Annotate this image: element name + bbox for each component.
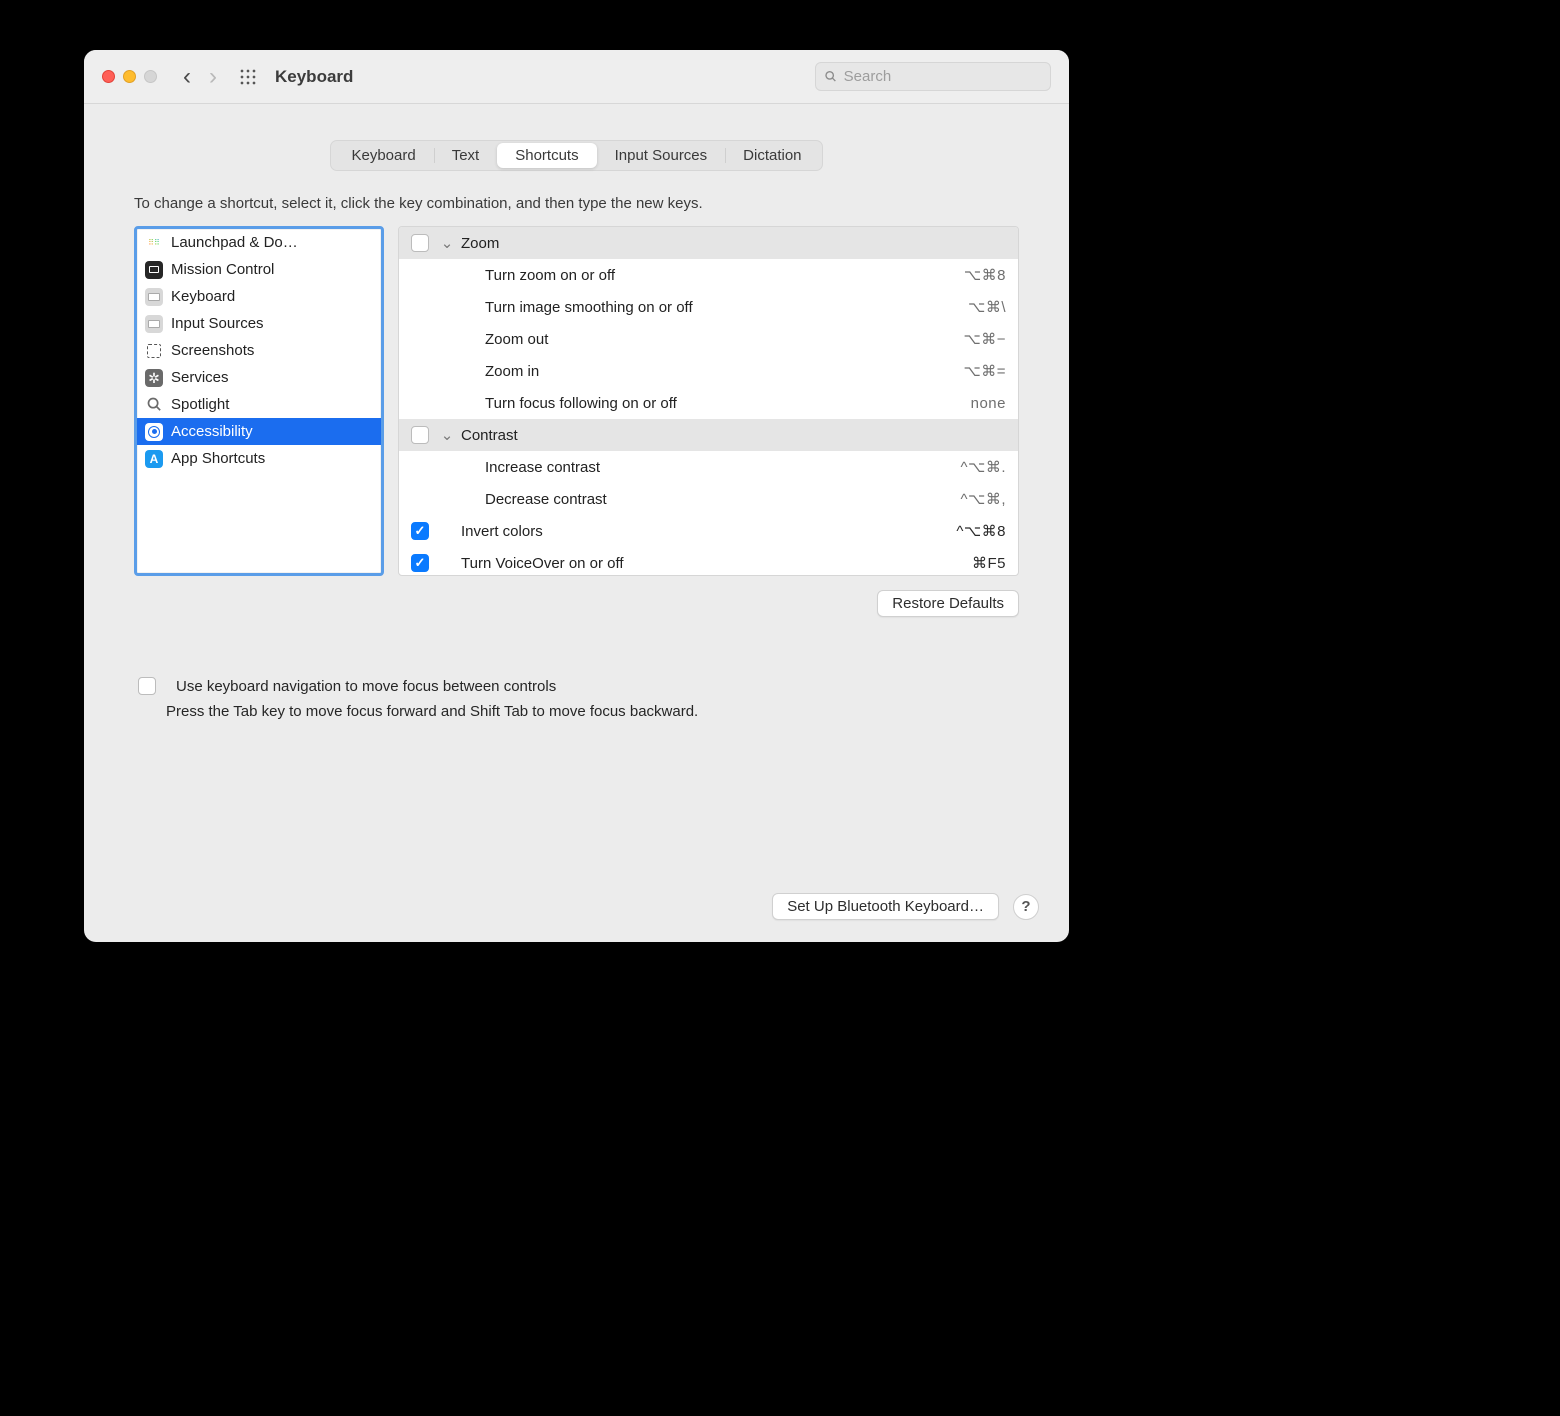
category-screenshots[interactable]: Screenshots xyxy=(137,337,381,364)
keyboard-navigation-section: Use keyboard navigation to move focus be… xyxy=(134,677,1019,720)
shortcut-row[interactable]: Turn image smoothing on or off⌥⌘\ xyxy=(399,291,1018,323)
preferences-window: ‹ › Keyboard KeyboardTextShortcutsInput … xyxy=(84,50,1069,942)
disclosure-triangle-icon[interactable]: ⌄ xyxy=(439,234,455,252)
setup-bluetooth-button[interactable]: Set Up Bluetooth Keyboard… xyxy=(772,893,999,920)
shortcuts-panel: To change a shortcut, select it, click t… xyxy=(114,175,1039,744)
category-keyboard[interactable]: Keyboard xyxy=(137,283,381,310)
spotlight-icon xyxy=(145,396,163,414)
category-label: Screenshots xyxy=(171,342,254,359)
shortcut-label: Zoom out xyxy=(485,331,963,348)
shortcut-key[interactable]: ⌥⌘8 xyxy=(964,266,1006,284)
category-app-shortcuts[interactable]: A App Shortcuts xyxy=(137,445,381,472)
shortcut-row[interactable]: Turn zoom on or off⌥⌘8 xyxy=(399,259,1018,291)
zoom-window-button[interactable] xyxy=(144,70,157,83)
shortcut-row[interactable]: Decrease contrast^⌥⌘, xyxy=(399,483,1018,515)
close-window-button[interactable] xyxy=(102,70,115,83)
category-label: Launchpad & Do… xyxy=(171,234,298,251)
keyboard-navigation-checkbox[interactable] xyxy=(138,677,156,695)
shortcut-key[interactable]: ^⌥⌘. xyxy=(961,458,1007,476)
restore-defaults-button[interactable]: Restore Defaults xyxy=(877,590,1019,617)
keyboard-navigation-label: Use keyboard navigation to move focus be… xyxy=(176,678,556,695)
shortcut-row[interactable]: Increase contrast^⌥⌘. xyxy=(399,451,1018,483)
shortcut-label: Invert colors xyxy=(461,523,956,540)
category-spotlight[interactable]: Spotlight xyxy=(137,391,381,418)
tabs-row: KeyboardTextShortcutsInput SourcesDictat… xyxy=(84,104,1069,171)
category-input-sources[interactable]: Input Sources xyxy=(137,310,381,337)
screenshots-icon xyxy=(145,342,163,360)
category-mission-control[interactable]: Mission Control xyxy=(137,256,381,283)
shortcut-row[interactable]: Turn VoiceOver on or off⌘F5 xyxy=(399,547,1018,576)
category-label: Input Sources xyxy=(171,315,264,332)
shortcut-key[interactable]: none xyxy=(971,395,1006,412)
shortcut-label: Turn VoiceOver on or off xyxy=(461,555,972,572)
split-view: ⠿⠿ Launchpad & Do… Mission Control Keyboard… xyxy=(134,226,1019,576)
back-button[interactable]: ‹ xyxy=(183,65,191,89)
help-button[interactable]: ? xyxy=(1013,894,1039,920)
shortcut-label: Decrease contrast xyxy=(485,491,961,508)
shortcut-row[interactable]: Turn focus following on or offnone xyxy=(399,387,1018,419)
tab-bar: KeyboardTextShortcutsInput SourcesDictat… xyxy=(330,140,822,171)
shortcut-checkbox[interactable] xyxy=(411,554,429,572)
shortcut-key[interactable]: ⌥⌘\ xyxy=(968,298,1006,316)
shortcut-label: Zoom xyxy=(461,235,1006,252)
shortcut-key[interactable]: ⌘F5 xyxy=(972,554,1006,572)
search-input[interactable] xyxy=(844,68,1042,85)
shortcut-checkbox[interactable] xyxy=(411,234,429,252)
category-label: Services xyxy=(171,369,229,386)
shortcut-list[interactable]: ⌄ZoomTurn zoom on or off⌥⌘8Turn image sm… xyxy=(398,226,1019,576)
shortcut-label: Contrast xyxy=(461,427,1006,444)
footer: Set Up Bluetooth Keyboard… ? xyxy=(772,893,1039,920)
tab-shortcuts[interactable]: Shortcuts xyxy=(497,143,596,168)
missioncontrol-icon xyxy=(145,261,163,279)
shortcut-label: Turn zoom on or off xyxy=(485,267,964,284)
search-field[interactable] xyxy=(815,62,1051,91)
shortcut-key[interactable]: ⌥⌘= xyxy=(963,362,1006,380)
tab-input-sources[interactable]: Input Sources xyxy=(597,143,726,168)
shortcut-row[interactable]: Zoom in⌥⌘= xyxy=(399,355,1018,387)
category-launchpad-dock[interactable]: ⠿⠿ Launchpad & Do… xyxy=(137,229,381,256)
category-accessibility[interactable]: Accessibility xyxy=(137,418,381,445)
minimize-window-button[interactable] xyxy=(123,70,136,83)
appshortcuts-icon: A xyxy=(145,450,163,468)
shortcut-checkbox[interactable] xyxy=(411,522,429,540)
tab-text[interactable]: Text xyxy=(434,143,498,168)
services-icon: ✲ xyxy=(145,369,163,387)
shortcut-row[interactable]: Zoom out⌥⌘− xyxy=(399,323,1018,355)
shortcut-key[interactable]: ⌥⌘− xyxy=(963,330,1006,348)
tab-dictation[interactable]: Dictation xyxy=(725,143,819,168)
accessibility-icon xyxy=(145,423,163,441)
shortcut-checkbox[interactable] xyxy=(411,426,429,444)
window-controls xyxy=(102,70,157,83)
shortcut-label: Increase contrast xyxy=(485,459,961,476)
search-icon xyxy=(824,69,838,84)
shortcut-key[interactable]: ^⌥⌘, xyxy=(961,490,1007,508)
category-list[interactable]: ⠿⠿ Launchpad & Do… Mission Control Keyboard… xyxy=(134,226,384,576)
tab-keyboard[interactable]: Keyboard xyxy=(333,143,433,168)
launchpad-icon: ⠿⠿ xyxy=(145,234,163,252)
instruction-text: To change a shortcut, select it, click t… xyxy=(134,195,1019,212)
category-label: App Shortcuts xyxy=(171,450,265,467)
category-services[interactable]: ✲ Services xyxy=(137,364,381,391)
category-label: Accessibility xyxy=(171,423,253,440)
shortcut-label: Turn image smoothing on or off xyxy=(485,299,968,316)
shortcut-label: Turn focus following on or off xyxy=(485,395,971,412)
titlebar: ‹ › Keyboard xyxy=(84,50,1069,104)
keyboard-icon xyxy=(145,288,163,306)
category-label: Keyboard xyxy=(171,288,235,305)
nav-arrows: ‹ › xyxy=(183,65,217,89)
keyboard-navigation-hint: Press the Tab key to move focus forward … xyxy=(166,703,1015,720)
show-all-icon[interactable] xyxy=(239,68,257,86)
keyboard-icon xyxy=(145,315,163,333)
forward-button[interactable]: › xyxy=(209,65,217,89)
category-label: Mission Control xyxy=(171,261,274,278)
disclosure-triangle-icon[interactable]: ⌄ xyxy=(439,426,455,444)
shortcut-row[interactable]: Invert colors^⌥⌘8 xyxy=(399,515,1018,547)
shortcut-label: Zoom in xyxy=(485,363,963,380)
shortcut-row[interactable]: ⌄ Zoom xyxy=(399,227,1018,259)
shortcut-key[interactable]: ^⌥⌘8 xyxy=(956,522,1006,540)
window-title: Keyboard xyxy=(275,67,353,87)
shortcut-row[interactable]: ⌄ Contrast xyxy=(399,419,1018,451)
category-label: Spotlight xyxy=(171,396,229,413)
